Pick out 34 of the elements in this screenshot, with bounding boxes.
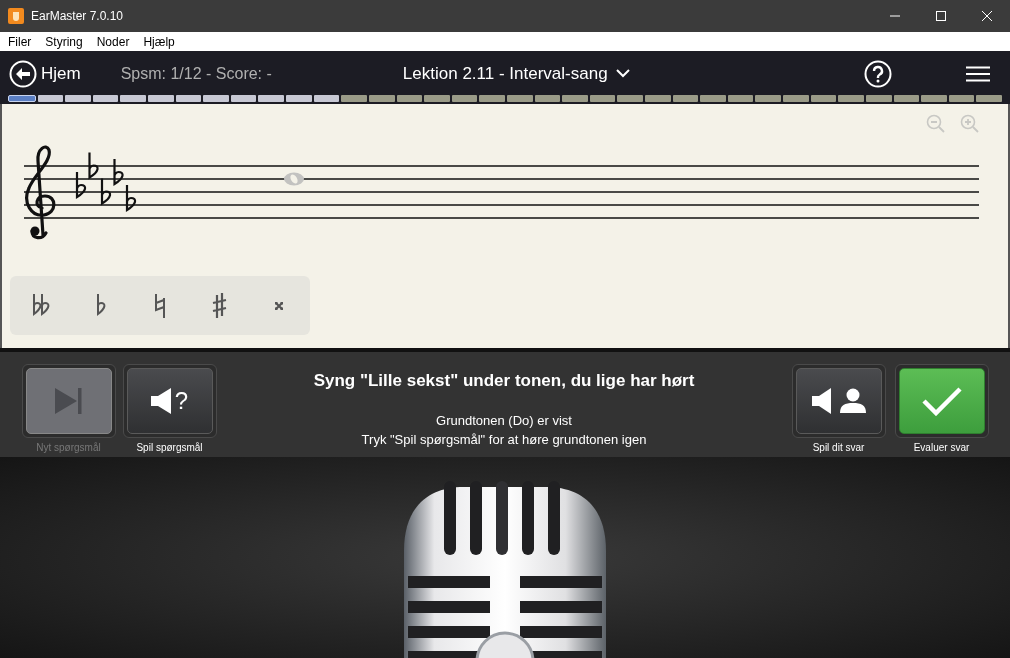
maximize-icon[interactable] [936,11,946,21]
flat-sign-icon [100,178,112,205]
home-link[interactable]: Hjem [41,60,81,87]
menu-item[interactable]: Noder [96,32,130,51]
speaker-icon [150,388,171,414]
play-question-button[interactable]: ? [126,368,213,434]
flat-sign-icon [125,185,137,212]
button-label: Nyt spørgsmål [36,441,101,455]
window-title: EarMaster 7.0.10 [31,8,124,25]
instruction-text: Grundtonen (Do) er vist [436,411,572,430]
button-label: Spil dit svar [812,441,865,455]
help-icon[interactable] [864,59,892,88]
checkmark-icon [921,386,962,416]
menu-item[interactable]: Hjælp [143,32,175,51]
flat-sign-icon [113,159,124,186]
chevron-down-icon[interactable] [615,69,630,78]
evaluate-button[interactable] [898,368,985,434]
flat-sign-icon [88,152,99,179]
close-icon[interactable] [982,11,992,21]
instruction-heading: Syng "Lille sekst" under tonen, du lige har hørt [313,370,695,392]
flat-sign-icon [75,172,87,199]
speaker-person-icon [811,388,866,414]
menu-item[interactable]: Styring [45,32,83,51]
instruction-text: Tryk "Spil spørgsmål" for at høre grundtonen igen [361,430,647,449]
app-icon [8,8,24,24]
menu-icon[interactable] [966,65,990,82]
button-label: Evaluer svar [913,441,970,455]
score-text: Spsm: 1/12 - Score: - [120,63,272,84]
skip-forward-icon [54,388,83,414]
button-label: Spil spørgsmål [136,441,203,455]
menu-item[interactable]: Filer [8,32,32,51]
play-answer-button[interactable] [795,368,882,434]
lesson-title[interactable]: Lektion 2.11 - Interval-sang [402,60,608,87]
treble-clef-icon [25,145,56,240]
